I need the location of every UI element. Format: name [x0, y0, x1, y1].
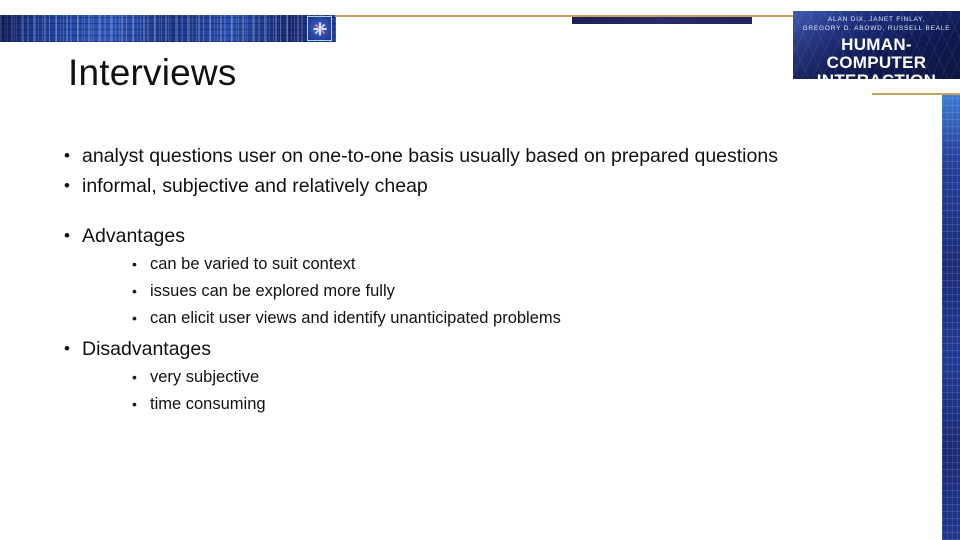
header-decoration-band	[0, 15, 336, 42]
band-gradient-overlay	[0, 15, 30, 42]
slide: ALAN DIX, JANET FINLAY, GREGORY D. ABOWD…	[0, 0, 960, 540]
book-cover-image: ALAN DIX, JANET FINLAY, GREGORY D. ABOWD…	[793, 11, 960, 79]
slide-body: analyst questions user on one-to-one bas…	[58, 143, 908, 418]
bullet-list-level2-advantages: can be varied to suit context issues can…	[82, 251, 908, 332]
bullet-item-informal: informal, subjective and relatively chea…	[58, 173, 908, 199]
sub-bullet-item: time consuming	[128, 391, 908, 418]
bullet-item-analyst-questions: analyst questions user on one-to-one bas…	[58, 143, 908, 169]
navy-accent-bar	[572, 17, 752, 24]
book-cover-authors-line1: ALAN DIX, JANET FINLAY,	[827, 16, 926, 23]
bullet-list-level1: analyst questions user on one-to-one bas…	[58, 143, 908, 418]
bullet-text: analyst questions user on one-to-one bas…	[82, 145, 778, 167]
sub-bullet-item: very subjective	[128, 364, 908, 391]
starburst-icon	[307, 16, 332, 41]
bullet-text: informal, subjective and relatively chea…	[82, 175, 428, 197]
sub-bullet-item: can elicit user views and identify unant…	[128, 305, 908, 332]
sub-bullet-item: can be varied to suit context	[128, 251, 908, 278]
book-cover-title-line2: INTERACTION	[793, 72, 960, 80]
right-accent-strip	[942, 95, 960, 540]
bullet-list-level2-disadvantages: very subjective time consuming	[82, 364, 908, 418]
bullet-text: Disadvantages	[82, 338, 211, 360]
sub-bullet-item: issues can be explored more fully	[128, 278, 908, 305]
page-title: Interviews	[68, 52, 237, 93]
bullet-text: Advantages	[82, 225, 185, 247]
book-cover-authors-line2: GREGORY D. ABOWD, RUSSELL BEALE	[802, 25, 951, 32]
bullet-item-disadvantages: Disadvantages very subjective time consu…	[58, 336, 908, 418]
book-cover-title-line1: HUMAN-COMPUTER	[826, 35, 927, 72]
bullet-item-advantages: Advantages can be varied to suit context…	[58, 223, 908, 332]
